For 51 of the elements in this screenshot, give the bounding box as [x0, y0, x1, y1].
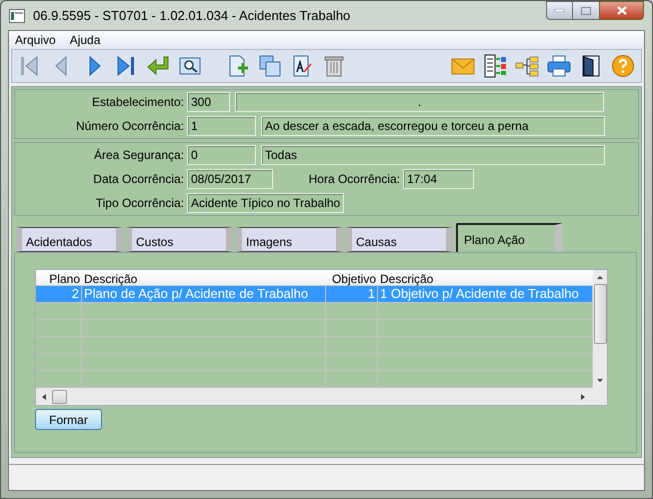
- text-field[interactable]: Ao descer a escada, escorregou e torceu a perna: [261, 116, 605, 136]
- scroll-right-icon[interactable]: [579, 392, 587, 400]
- vertical-scrollbar[interactable]: [593, 270, 607, 388]
- field-label: Número Ocorrência:: [74, 118, 185, 135]
- text-field[interactable]: 300: [187, 92, 230, 112]
- maximize-button[interactable]: [573, 1, 599, 20]
- text-field[interactable]: .: [235, 92, 604, 112]
- table-cell: 2: [36, 286, 82, 302]
- field-label: Tipo Ocorrência:: [94, 195, 185, 212]
- scroll-thumb[interactable]: [52, 390, 67, 404]
- minimize-icon: [555, 9, 564, 12]
- tab[interactable]: Imagens: [236, 227, 343, 252]
- field-label: Hora Ocorrência:: [308, 171, 401, 188]
- column-header[interactable]: Descrição: [82, 270, 326, 285]
- tab[interactable]: Causas: [346, 227, 453, 252]
- field-label: Estabelecimento:: [90, 94, 185, 111]
- table-cell: 1: [326, 286, 378, 302]
- text-field[interactable]: 0: [187, 145, 256, 165]
- table-cell: Plano de Ação p/ Acidente de Trabalho: [82, 286, 326, 302]
- form-button[interactable]: Formar: [35, 409, 102, 430]
- tab[interactable]: Acidentados: [16, 227, 123, 252]
- trash-icon[interactable]: [322, 54, 346, 78]
- close-icon: [616, 6, 626, 15]
- text-field[interactable]: 17:04: [403, 169, 474, 189]
- menu-item[interactable]: Arquivo: [15, 31, 56, 49]
- minimize-button[interactable]: [546, 1, 573, 20]
- scroll-thumb[interactable]: [594, 284, 606, 344]
- text-field[interactable]: Acidente Típico no Trabalho: [187, 193, 344, 213]
- copy-icon[interactable]: [258, 54, 282, 78]
- text-field[interactable]: 1: [187, 116, 256, 136]
- return-arrow-icon[interactable]: [146, 54, 170, 78]
- tree-diagram-icon[interactable]: [515, 54, 539, 78]
- tab[interactable]: Plano Ação: [456, 223, 563, 252]
- horizontal-scrollbar[interactable]: [36, 388, 607, 405]
- column-header[interactable]: Descrição: [378, 270, 593, 285]
- column-header[interactable]: Plano: [36, 270, 82, 285]
- report-icon[interactable]: [483, 54, 507, 78]
- help-icon[interactable]: [611, 54, 635, 78]
- field-label: Área Segurança:: [92, 147, 185, 164]
- scroll-left-icon[interactable]: [40, 392, 48, 400]
- maximize-icon: [581, 6, 591, 14]
- printer-icon[interactable]: [547, 54, 571, 78]
- close-button[interactable]: [599, 1, 644, 20]
- window-title: 06.9.5595 - ST0701 - 1.02.01.034 - Acidentes Trabalho: [33, 6, 352, 25]
- field-label: Data Ocorrência:: [92, 171, 185, 188]
- text-field[interactable]: Todas: [261, 145, 605, 165]
- tab[interactable]: Custos: [126, 227, 233, 252]
- text-field[interactable]: 08/05/2017: [187, 169, 273, 189]
- menu-item[interactable]: Ajuda: [70, 31, 100, 49]
- column-header[interactable]: Objetivo: [326, 270, 378, 285]
- window-app-icon: [9, 8, 25, 22]
